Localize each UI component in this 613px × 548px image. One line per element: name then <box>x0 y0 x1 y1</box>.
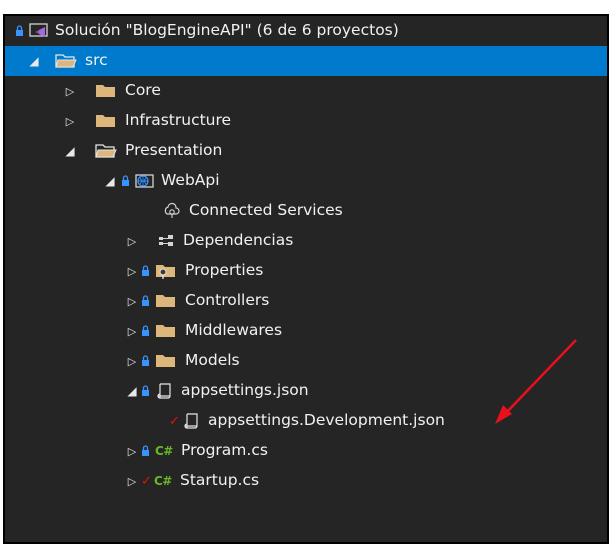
folder-icon <box>155 292 177 310</box>
tree-item-dependencies[interactable]: ▷ Dependencias <box>5 226 607 256</box>
lock-icon <box>141 294 151 308</box>
tree-item-properties[interactable]: ▷ Properties <box>5 256 607 286</box>
tree-item-infrastructure[interactable]: ▷ Infrastructure <box>5 106 607 136</box>
collapse-arrow-icon[interactable]: ▷ <box>125 296 139 307</box>
folder-icon <box>155 322 177 340</box>
lock-icon <box>141 444 151 458</box>
tree-item-label: WebApi <box>161 171 220 190</box>
modified-check-icon: ✓ <box>169 413 180 429</box>
collapse-arrow-icon[interactable]: ▷ <box>125 356 139 367</box>
tree-item-label: Dependencias <box>183 231 294 250</box>
folder-open-icon <box>55 52 77 70</box>
tree-item-label: Presentation <box>125 141 223 160</box>
csharp-file-icon: C# <box>155 444 173 458</box>
tree-item-label: appsettings.Development.json <box>208 411 445 430</box>
solution-explorer: Solución "BlogEngineAPI" (6 de 6 proyect… <box>3 14 609 544</box>
tree-item-webapi[interactable]: ◢ WebApi <box>5 166 607 196</box>
tree-item-label: Properties <box>185 261 264 280</box>
tree-item-appsettings[interactable]: ◢ appsettings.json <box>5 376 607 406</box>
tree-item-controllers[interactable]: ▷ Controllers <box>5 286 607 316</box>
expand-arrow-icon[interactable]: ◢ <box>125 385 139 397</box>
tree-item-label: Program.cs <box>181 441 268 460</box>
lock-icon <box>141 384 151 398</box>
tree-item-core[interactable]: ▷ Core <box>5 76 607 106</box>
tree-item-src[interactable]: ◢ src <box>5 46 607 76</box>
solution-tree: Solución "BlogEngineAPI" (6 de 6 proyect… <box>5 16 607 496</box>
json-file-icon <box>155 382 173 400</box>
collapse-arrow-icon[interactable]: ▷ <box>63 116 77 127</box>
tree-item-label: Controllers <box>185 291 270 310</box>
json-file-icon <box>182 412 200 430</box>
collapse-arrow-icon[interactable]: ▷ <box>125 266 139 277</box>
modified-check-icon: ✓ <box>141 473 152 489</box>
lock-icon <box>141 264 151 278</box>
tree-item-startup[interactable]: ▷ ✓ C# Startup.cs <box>5 466 607 496</box>
lock-icon <box>121 174 131 188</box>
tree-item-program[interactable]: ▷ C# Program.cs <box>5 436 607 466</box>
tree-item-label: Infrastructure <box>125 111 232 130</box>
collapse-arrow-icon[interactable]: ▷ <box>125 236 139 247</box>
tree-item-label: Startup.cs <box>180 471 260 490</box>
tree-item-presentation[interactable]: ◢ Presentation <box>5 136 607 166</box>
tree-item-appsettings-development[interactable]: ✓ appsettings.Development.json <box>5 406 607 436</box>
tree-item-label: Core <box>125 81 161 100</box>
lock-icon <box>141 354 151 368</box>
collapse-arrow-icon[interactable]: ▷ <box>63 86 77 97</box>
expand-arrow-icon[interactable]: ◢ <box>27 55 41 67</box>
tree-item-label: appsettings.json <box>181 381 309 400</box>
dependencies-icon <box>157 232 175 250</box>
connected-services-icon <box>163 202 181 220</box>
tree-item-models[interactable]: ▷ Models <box>5 346 607 376</box>
tree-item-label: Models <box>185 351 240 370</box>
folder-open-icon <box>95 142 117 160</box>
lock-icon <box>15 24 25 38</box>
expand-arrow-icon[interactable]: ◢ <box>63 145 77 157</box>
tree-item-label: Middlewares <box>185 321 283 340</box>
properties-folder-icon <box>155 262 177 280</box>
solution-icon <box>29 22 49 40</box>
folder-icon <box>95 112 117 130</box>
collapse-arrow-icon[interactable]: ▷ <box>125 476 139 487</box>
tree-item-middlewares[interactable]: ▷ Middlewares <box>5 316 607 346</box>
collapse-arrow-icon[interactable]: ▷ <box>125 446 139 457</box>
web-project-icon <box>135 172 155 190</box>
tree-item-solution[interactable]: Solución "BlogEngineAPI" (6 de 6 proyect… <box>5 16 607 46</box>
tree-item-label: src <box>85 51 108 70</box>
expand-arrow-icon[interactable]: ◢ <box>103 175 117 187</box>
csharp-file-icon: C# <box>154 474 172 488</box>
tree-item-label: Connected Services <box>189 201 343 220</box>
folder-icon <box>95 82 117 100</box>
tree-item-connected-services[interactable]: Connected Services <box>5 196 607 226</box>
solution-label: Solución "BlogEngineAPI" (6 de 6 proyect… <box>55 21 399 40</box>
collapse-arrow-icon[interactable]: ▷ <box>125 326 139 337</box>
lock-icon <box>141 324 151 338</box>
folder-icon <box>155 352 177 370</box>
